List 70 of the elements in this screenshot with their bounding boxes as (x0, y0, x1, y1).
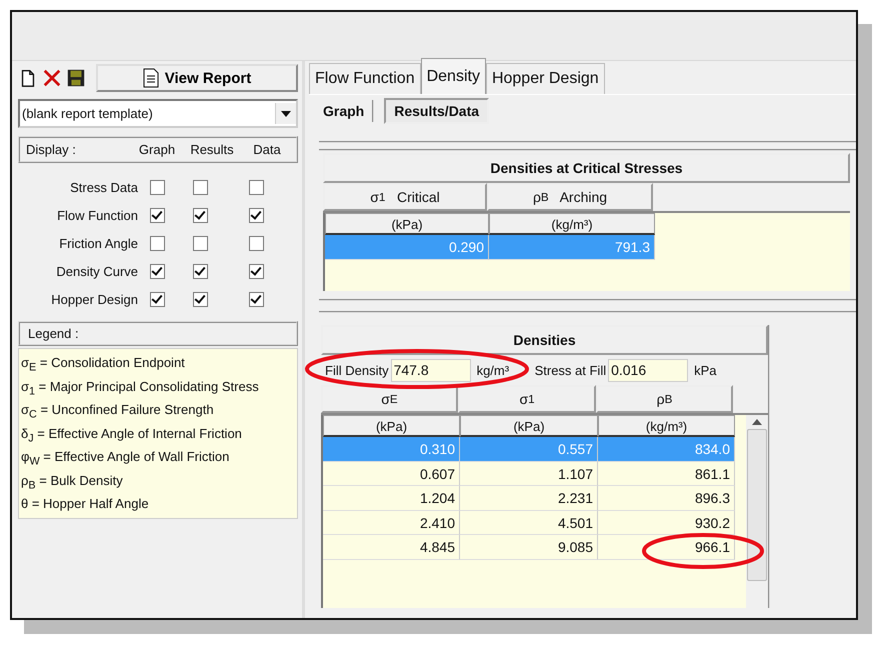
table-title: Densities at Critical Stresses (323, 153, 850, 183)
legend-header: Legend : (18, 321, 298, 346)
template-dropdown[interactable]: (blank report template) (18, 99, 298, 128)
checkbox[interactable] (150, 208, 164, 222)
field-label: Fill Density (325, 362, 389, 378)
unit-header: (kPa) (325, 213, 489, 235)
checkbox[interactable] (150, 236, 164, 250)
table-cell[interactable]: 1.204 (323, 486, 460, 510)
legend-text: ρ$_{B}$ = Bulk Density (21, 472, 124, 492)
table-cell[interactable]: 9.085 (460, 535, 598, 560)
unit-label: kg/m³ (476, 362, 510, 378)
checkbox[interactable] (150, 292, 164, 306)
option-label: Friction Angle (58, 236, 139, 250)
view-report-button[interactable]: View Report (96, 64, 298, 92)
scroll-up-icon[interactable] (752, 419, 762, 425)
tab[interactable]: Hopper Design (486, 63, 605, 94)
table-cell[interactable]: 2.231 (460, 486, 598, 510)
legend-text: σ$_{1}$ = Major Principal Consolidating Stress (21, 378, 260, 398)
unit-header: (kg/m³) (598, 415, 735, 437)
input-field[interactable]: 0.016 (608, 358, 688, 382)
subtab[interactable]: Results/Data (384, 98, 490, 124)
checkbox[interactable] (192, 292, 208, 306)
subtab[interactable]: Graph (315, 100, 374, 122)
dropdown-arrow-icon (281, 110, 291, 116)
checkbox[interactable] (192, 236, 208, 250)
column-label: Data (252, 142, 282, 157)
unit-label: kPa (693, 362, 718, 378)
checkbox[interactable] (150, 180, 164, 194)
table-cell[interactable]: 861.1 (598, 462, 735, 486)
checkbox[interactable] (248, 264, 264, 278)
unit-header: (kg/m³) (489, 213, 655, 235)
option-label: Density Curve (55, 264, 139, 278)
tab[interactable]: Density (420, 58, 486, 94)
input-field[interactable]: 747.8 (390, 358, 471, 382)
save-icon[interactable] (66, 68, 86, 88)
table-cell[interactable]: 4.501 (460, 510, 598, 535)
table-cell[interactable]: 2.410 (323, 510, 460, 535)
legend-text: σ$_{C}$ = Unconfined Failure Strength (21, 401, 215, 422)
checkbox[interactable] (248, 180, 264, 194)
table-cell[interactable]: 966.1 (598, 535, 735, 560)
legend-text: σ$_{E}$ = Consolidation Endpoint (21, 354, 186, 374)
field-label: Stress at Fill (534, 362, 606, 378)
checkbox[interactable] (192, 180, 208, 194)
checkbox[interactable] (248, 208, 264, 222)
option-label: Flow Function (56, 208, 139, 222)
checkbox[interactable] (248, 292, 264, 306)
checkbox[interactable] (248, 236, 264, 250)
tab[interactable]: Flow Function (309, 63, 421, 94)
option-label: Hopper Design (50, 292, 139, 306)
option-label: Stress Data (69, 180, 139, 194)
table-cell[interactable]: 930.2 (598, 510, 735, 535)
legend-text: θ = Hopper Half Angle (21, 495, 150, 513)
checkbox[interactable] (192, 264, 208, 278)
legend-text: δ$_{J}$ = Effective Angle of Internal Friction (21, 424, 243, 445)
checkbox[interactable] (150, 264, 164, 278)
legend-text: φ$_{W}$ = Effective Angle of Wall Friction (21, 448, 230, 468)
unit-header: (kPa) (323, 415, 460, 437)
table-cell[interactable]: 896.3 (598, 486, 735, 510)
table-cell[interactable]: 1.107 (460, 462, 598, 486)
unit-header: (kPa) (460, 415, 598, 437)
checkbox[interactable] (192, 208, 208, 222)
scroll-thumb[interactable] (747, 429, 767, 581)
column-label: Results (189, 142, 235, 157)
table-cell[interactable]: 4.845 (323, 535, 460, 560)
report-icon (142, 68, 159, 88)
column-label: Display : (26, 142, 77, 157)
column-label: Graph (138, 142, 176, 157)
table-title: Densities (321, 325, 768, 355)
delete-icon[interactable] (42, 68, 62, 88)
table-cell[interactable]: 0.607 (323, 462, 460, 486)
